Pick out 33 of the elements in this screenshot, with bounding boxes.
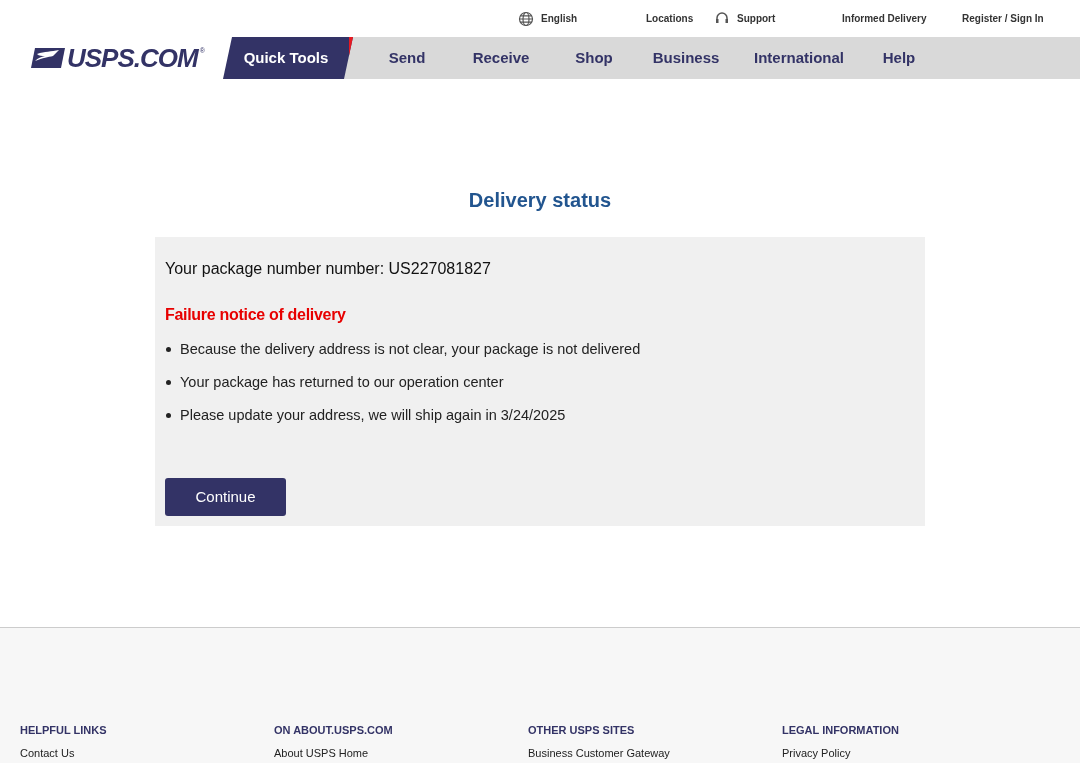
logo-text: USPS.COM bbox=[67, 41, 198, 75]
bullet-icon bbox=[166, 347, 171, 353]
footer-heading: OTHER USPS SITES bbox=[528, 723, 636, 738]
nav-tab[interactable]: Shop bbox=[545, 37, 643, 79]
footer-heading: LEGAL INFORMATION bbox=[782, 723, 900, 738]
bullet-text: Because the delivery address is not clear, your package is not delivered bbox=[180, 340, 641, 359]
utility-link[interactable]: Informed Delivery bbox=[842, 11, 927, 26]
bullet-text: Please update your address, we will ship again in 3/24/2025 bbox=[180, 405, 566, 425]
footer-heading: HELPFUL LINKS bbox=[20, 723, 108, 738]
utility-link[interactable]: English bbox=[541, 11, 578, 26]
bullet-icon bbox=[166, 380, 171, 386]
package-number-text: Your package number number: US227081827 bbox=[165, 259, 492, 279]
utility-link[interactable]: Locations bbox=[646, 11, 694, 26]
utility-link[interactable]: Register / Sign In bbox=[962, 11, 1044, 26]
utility-link[interactable]: Support bbox=[737, 11, 776, 26]
footer-link[interactable]: Privacy Policy bbox=[782, 744, 1036, 761]
bullet-icon bbox=[166, 412, 171, 418]
page-heading: Delivery status bbox=[468, 188, 612, 213]
nav-tab[interactable]: Send bbox=[357, 37, 457, 79]
nav-tab[interactable]: Business bbox=[643, 37, 729, 79]
nav-tab[interactable]: Quick Tools bbox=[223, 37, 353, 79]
continue-button[interactable]: Continue bbox=[165, 478, 286, 517]
nav-tab[interactable]: Receive bbox=[457, 37, 545, 79]
failure-notice: Failure notice of delivery bbox=[165, 305, 347, 325]
footer-heading: ON ABOUT.USPS.COM bbox=[274, 723, 394, 738]
nav-tab[interactable]: International bbox=[729, 37, 869, 79]
bullet-text: Your package has returned to our operation center bbox=[180, 372, 504, 392]
globe-icon bbox=[518, 10, 534, 27]
footer-link[interactable]: Business Customer Gateway bbox=[528, 744, 782, 761]
nav-tab[interactable]: Help bbox=[869, 37, 929, 79]
eagle-logo-icon bbox=[31, 48, 65, 68]
footer-link[interactable]: Contact Us bbox=[20, 744, 274, 761]
footer-link[interactable]: About USPS Home bbox=[274, 744, 528, 761]
